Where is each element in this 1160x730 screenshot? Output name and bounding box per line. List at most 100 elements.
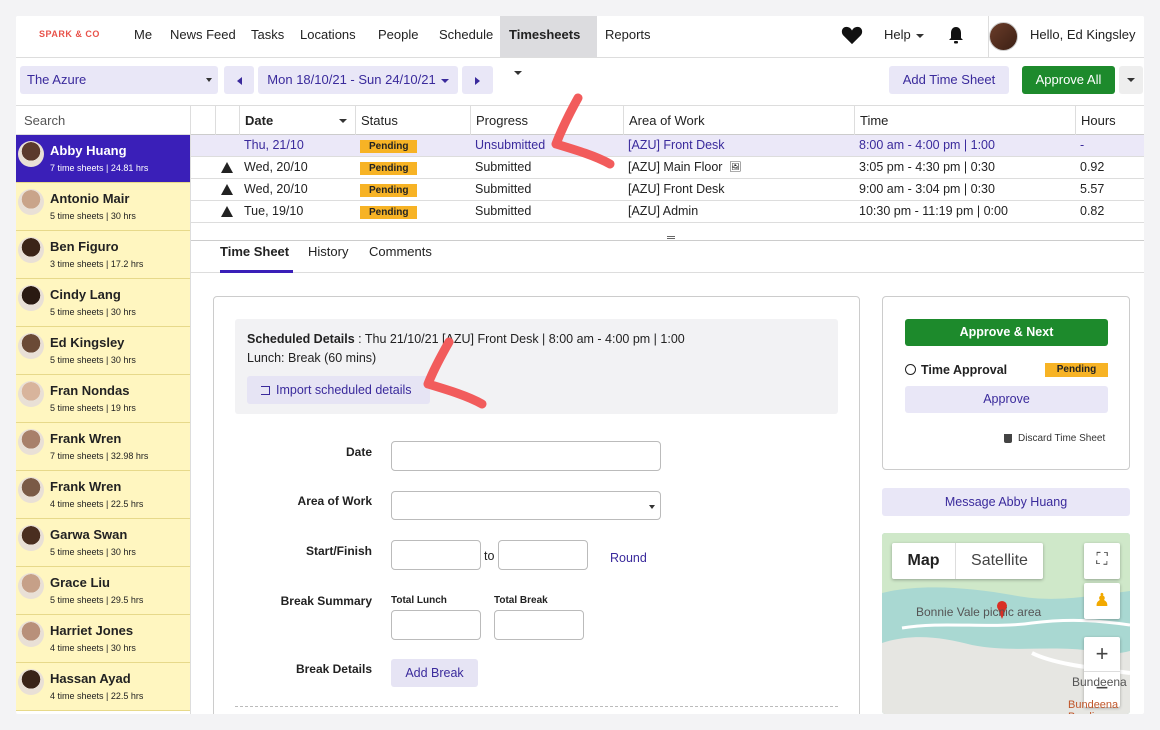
person-name: Hassan Ayad — [50, 671, 131, 686]
user-avatar[interactable] — [989, 22, 1018, 51]
discard-timesheet-link[interactable]: Discard Time Sheet — [1018, 433, 1105, 444]
import-scheduled-button[interactable]: Import scheduled details — [247, 376, 430, 404]
status-badge: Pending — [360, 206, 418, 219]
date-range-select[interactable]: Mon 18/10/21 - Sun 24/10/21 — [258, 66, 458, 94]
map-tab[interactable]: Map — [892, 543, 955, 579]
finish-input[interactable] — [498, 540, 588, 570]
timesheet-table: Date Status Progress Area of Work Time H… — [191, 105, 1144, 241]
date-range-value: Mon 18/10/21 - Sun 24/10/21 — [267, 72, 436, 87]
table-row[interactable]: Wed, 20/10 Pending Submitted [AZU] Main Flo… — [191, 157, 1144, 179]
sidebar-person[interactable]: Grace Liu 5 time sheets | 29.5 hrs — [16, 567, 190, 615]
table-row[interactable]: Wed, 20/10 Pending Submitted [AZU] Front De… — [191, 179, 1144, 201]
col-date[interactable]: Date — [239, 106, 355, 135]
area-select[interactable] — [391, 491, 661, 520]
nav-me[interactable]: Me — [134, 16, 152, 57]
col-progress[interactable]: Progress — [470, 106, 624, 135]
col-area[interactable]: Area of Work — [623, 106, 854, 135]
top-nav: SPARK & CO Me News Feed Tasks Locations … — [16, 16, 1144, 75]
col-hours[interactable]: Hours — [1075, 106, 1144, 135]
col-time[interactable]: Time — [854, 106, 1075, 135]
nav-timesheets-label: Timesheets — [509, 27, 581, 42]
tab-comments[interactable]: Comments — [369, 241, 432, 273]
approve-button[interactable]: Approve — [905, 386, 1108, 413]
col-status[interactable]: Status — [355, 106, 471, 135]
chevron-right-icon — [475, 76, 480, 85]
table-row[interactable]: Thu, 21/10 Pending Unsubmitted [AZU] Front … — [191, 135, 1144, 157]
cell-date: Tue, 19/10 — [244, 204, 304, 218]
warning-icon — [221, 184, 233, 195]
cell-time: 10:30 pm - 11:19 pm | 0:00 — [859, 204, 1008, 218]
sidebar-person[interactable]: Frank Wren 4 time sheets | 22.5 hrs — [16, 471, 190, 519]
sidebar-person[interactable]: Harriet Jones 4 time sheets | 30 hrs — [16, 615, 190, 663]
dropdown-arrow-icon — [206, 78, 212, 82]
avatar — [18, 477, 44, 503]
approve-next-button[interactable]: Approve & Next — [905, 319, 1108, 346]
tab-history[interactable]: History — [308, 241, 348, 273]
trash-icon[interactable] — [1004, 434, 1012, 443]
table-row[interactable]: Tue, 19/10 Pending Submitted [AZU] Admin 10:… — [191, 201, 1144, 223]
status-badge: Pending — [360, 184, 418, 197]
sidebar-person[interactable]: Ben Figuro 3 time sheets | 17.2 hrs — [16, 231, 190, 279]
sidebar-person[interactable]: Abby Huang 7 time sheets | 24.81 hrs — [16, 135, 190, 183]
sidebar-person[interactable]: Hassan Ayad 4 time sheets | 22.5 hrs — [16, 663, 190, 711]
pegman-icon[interactable]: ♟ — [1084, 583, 1120, 619]
sidebar-person[interactable]: Garwa Swan 5 time sheets | 30 hrs — [16, 519, 190, 567]
round-link[interactable]: Round — [610, 551, 647, 565]
avatar — [18, 429, 44, 455]
approve-all-dropdown[interactable] — [1119, 66, 1143, 94]
prev-week-button[interactable] — [224, 66, 254, 94]
tab-time-sheet[interactable]: Time Sheet — [220, 241, 293, 273]
cell-hours: 0.92 — [1080, 160, 1105, 174]
person-name: Frank Wren — [50, 479, 122, 494]
location-map[interactable]: Map Satellite ⛶ ♟ Bonnie Vale picnic are… — [882, 533, 1130, 714]
person-meta: 5 time sheets | 30 hrs — [50, 547, 136, 557]
nav-reports[interactable]: Reports — [605, 16, 651, 57]
satellite-tab[interactable]: Satellite — [955, 543, 1043, 579]
cell-progress: Unsubmitted — [475, 138, 546, 152]
nav-news-feed[interactable]: News Feed — [170, 16, 236, 57]
search-input[interactable]: Search — [16, 105, 190, 135]
next-week-button[interactable] — [462, 66, 493, 94]
approve-all-button[interactable]: Approve All — [1022, 66, 1115, 94]
to-label: to — [484, 549, 495, 563]
bell-icon[interactable] — [946, 25, 966, 45]
add-break-button[interactable]: Add Break — [391, 659, 478, 687]
nav-schedule[interactable]: Schedule — [439, 16, 493, 57]
person-meta: 5 time sheets | 19 hrs — [50, 403, 136, 413]
cell-area: [AZU] Front Desk — [628, 138, 725, 152]
nav-timesheets[interactable]: Timesheets — [500, 16, 597, 75]
start-input[interactable] — [391, 540, 481, 570]
zoom-controls: + − — [1084, 637, 1120, 707]
sidebar-person[interactable]: Antonio Mair 5 time sheets | 30 hrs — [16, 183, 190, 231]
fullscreen-icon[interactable]: ⛶ — [1084, 543, 1120, 579]
total-lunch-input[interactable] — [391, 610, 481, 640]
date-input[interactable] — [391, 441, 661, 471]
total-break-input[interactable] — [494, 610, 584, 640]
people-sidebar: Search Abby Huang 7 time sheets | 24.81 h… — [16, 105, 191, 714]
location-select[interactable]: The Azure — [20, 66, 218, 94]
col-flag — [215, 106, 239, 135]
help-menu[interactable]: Help — [884, 16, 924, 53]
logo: SPARK & CO — [39, 29, 100, 39]
nav-locations[interactable]: Locations — [300, 16, 356, 57]
chevron-down-icon — [1127, 78, 1135, 82]
clock-icon — [905, 364, 916, 375]
sort-icon — [339, 119, 347, 123]
zoom-in-button[interactable]: + — [1084, 637, 1120, 672]
cell-hours: 0.82 — [1080, 204, 1105, 218]
sidebar-person[interactable]: Ed Kingsley 5 time sheets | 30 hrs — [16, 327, 190, 375]
sidebar-person[interactable]: Fran Nondas 5 time sheets | 19 hrs — [16, 375, 190, 423]
avatar — [18, 381, 44, 407]
cell-status: Pending — [360, 201, 418, 222]
time-approval-label: Time Approval — [921, 363, 1008, 377]
import-label: Import scheduled details — [276, 383, 412, 397]
add-timesheet-button[interactable]: Add Time Sheet — [889, 66, 1009, 94]
form-divider — [235, 706, 838, 707]
sidebar-person[interactable]: Frank Wren 7 time sheets | 32.98 hrs — [16, 423, 190, 471]
cell-time: 9:00 am - 3:04 pm | 0:30 — [859, 182, 995, 196]
nav-tasks[interactable]: Tasks — [251, 16, 284, 57]
heart-icon[interactable] — [841, 25, 863, 45]
message-employee-button[interactable]: Message Abby Huang — [882, 488, 1130, 516]
nav-people[interactable]: People — [378, 16, 418, 57]
sidebar-person[interactable]: Cindy Lang 5 time sheets | 30 hrs — [16, 279, 190, 327]
